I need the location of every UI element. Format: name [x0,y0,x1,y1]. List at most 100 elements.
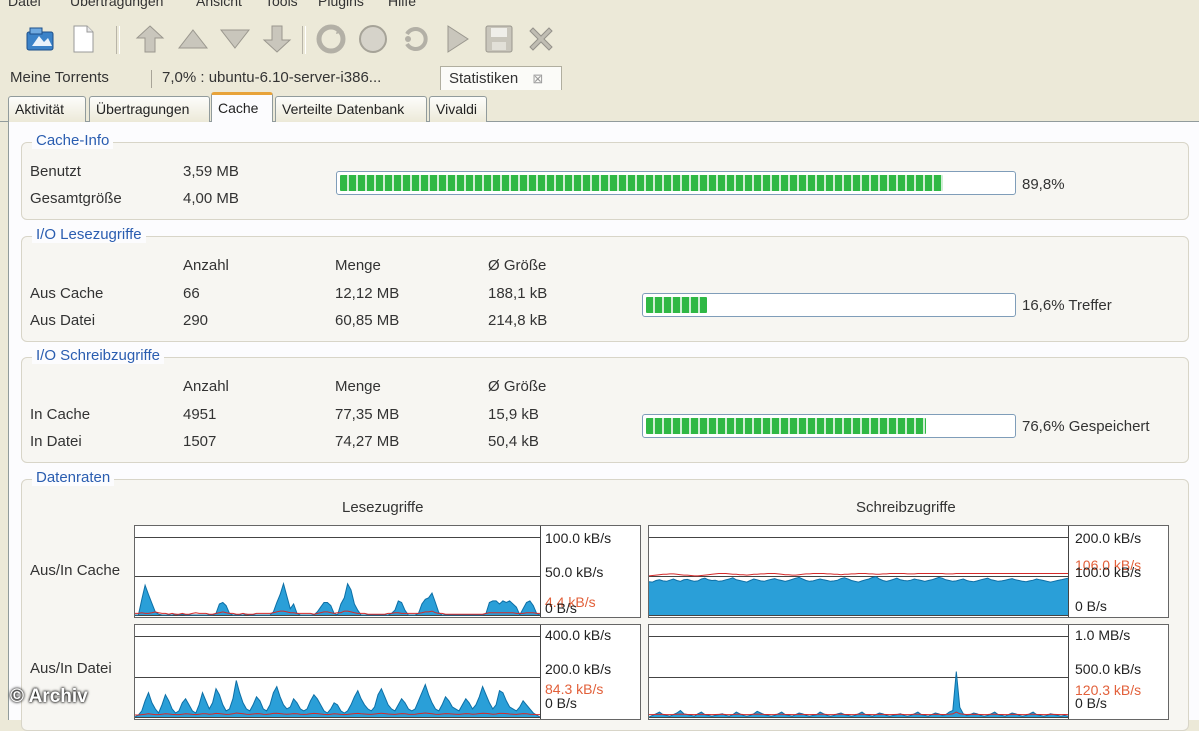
cache-usage-fill [340,175,943,191]
average-rate-line [649,573,1068,577]
tab-dht-label: Verteilte Datenbank [282,101,405,117]
io-read-row-label: Aus Datei [30,312,96,329]
used-value: 3,59 MB [183,163,239,180]
tab-statistics[interactable]: Statistiken ⊠ [440,66,562,90]
io-read-row-amount: 12,12 MB [335,285,400,302]
write-cache-chart: 200.0 kB/s 106.0 kB/s 100.0 kB/s 0 B/s [648,525,1169,618]
read-cache-axis-bottom: 0 B/s [545,600,577,616]
tab-transfers[interactable]: Übertragungen [89,96,210,122]
io-read-row-count: 66 [183,285,200,302]
rate-area [135,583,540,615]
io-write-header-avg: Ø Größe [488,378,547,395]
io-read-header-avg: Ø Größe [488,257,547,274]
cache-rate-row-label: Aus/In Cache [30,562,121,579]
rate-area [649,671,1068,717]
tab-my-torrents[interactable]: Meine Torrents [2,66,148,90]
toolbar [0,12,1199,67]
io-write-row-avg: 50,4 kB [488,433,539,450]
menu-file[interactable]: Datei [8,0,41,9]
cache-panel: Cache-Info Benutzt 3,59 MB Gesamtgröße 4… [8,122,1199,731]
read-file-chart: 400.0 kB/s 200.0 kB/s 84.3 kB/s 0 B/s [134,624,641,720]
read-hit-bar [642,293,1016,317]
cache-usage-bar [336,171,1016,195]
move-bottom-icon[interactable] [260,22,294,56]
cache-info-title: Cache-Info [32,132,114,149]
tab-vivaldi-label: Vivaldi [436,101,477,117]
document-tabs: Meine Torrents 7,0% : ubuntu-6.10-server… [0,66,1199,90]
write-file-axis-mid: 500.0 kB/s [1075,661,1142,677]
read-cache-axis-mid: 50.0 kB/s [545,564,604,580]
data-rates-title: Datenraten [32,469,115,486]
io-read-row-label: Aus Cache [30,285,104,302]
cache-usage-percent: 89,8% [1022,176,1065,193]
menu-help[interactable]: Hilfe [388,0,416,9]
io-read-row-avg: 188,1 kB [488,285,548,302]
tab-torrent-label: 7,0% : ubuntu-6.10-server-i386... [162,69,382,86]
write-cache-axis-bottom: 0 B/s [1075,598,1107,614]
used-label: Benutzt [30,163,81,180]
total-size-value: 4,00 MB [183,190,239,207]
io-write-row-count: 1507 [183,433,217,450]
data-rates-group: Datenraten Lesezugriffe Schreibzugriffe … [21,469,1189,731]
menu-tools[interactable]: Tools [265,0,298,9]
run-icon[interactable] [314,22,348,56]
start-icon[interactable] [356,22,390,56]
remove-icon[interactable] [524,22,558,56]
rate-area [135,680,540,717]
new-torrent-icon[interactable] [66,22,100,56]
io-write-row-amount: 74,27 MB [335,433,400,450]
move-up-icon[interactable] [176,22,210,56]
stop-icon[interactable] [398,22,432,56]
open-torrent-icon[interactable] [24,22,58,56]
tab-cache-label: Cache [218,100,259,116]
write-file-axis-bottom: 0 B/s [1075,695,1107,711]
tab-dht[interactable]: Verteilte Datenbank [275,96,427,122]
read-file-axis-mid: 200.0 kB/s [545,661,612,677]
read-cache-chart: 100.0 kB/s 50.0 kB/s 4.4 kB/s 0 B/s [134,525,641,618]
read-charts-header: Lesezugriffe [342,499,424,516]
io-read-group: I/O Lesezugriffe Anzahl Menge Ø Größe Au… [21,226,1189,342]
menu-bar: Datei Übertragungen Ansicht Tools Plugin… [0,0,1199,12]
menu-transfers[interactable]: Übertragungen [70,0,163,9]
file-rate-row-label: Aus/In Datei [30,660,112,677]
menu-plugins[interactable]: Plugins [318,0,364,9]
tab-activity-label: Aktivität [15,101,65,117]
tab-statistics-label: Statistiken [449,70,519,87]
move-top-icon[interactable] [133,22,167,56]
io-read-row-count: 290 [183,312,209,329]
watermark: © Archiv [10,686,88,707]
write-saved-percent: 76,6% Gespeichert [1022,418,1150,435]
rate-area-outline [649,671,1069,718]
io-write-title: I/O Schreibzugriffe [32,347,164,364]
write-saved-bar [642,414,1016,438]
tab-my-torrents-label: Meine Torrents [10,69,109,86]
cache-info-group: Cache-Info Benutzt 3,59 MB Gesamtgröße 4… [21,132,1189,220]
io-write-row-count: 4951 [183,406,217,423]
read-hit-percent: 16,6% Treffer [1022,297,1112,314]
rate-area-outline [135,581,541,617]
total-size-label: Gesamtgröße [30,190,122,207]
tab-activity[interactable]: Aktivität [8,96,86,122]
statistics-subtabs: Aktivität Übertragungen Cache Verteilte … [0,90,1199,123]
save-icon[interactable] [482,22,516,56]
read-file-axis-top: 400.0 kB/s [545,627,612,643]
tab-vivaldi[interactable]: Vivaldi [429,96,487,122]
menu-view[interactable]: Ansicht [196,0,242,9]
io-write-row-label: In Datei [30,433,82,450]
io-read-header-count: Anzahl [183,257,229,274]
queue-icon[interactable] [440,22,474,56]
tab-cache[interactable]: Cache [211,92,273,123]
tab-torrent[interactable]: 7,0% : ubuntu-6.10-server-i386... [154,66,440,90]
io-write-group: I/O Schreibzugriffe Anzahl Menge Ø Größe… [21,347,1189,463]
io-read-row-amount: 60,85 MB [335,312,400,329]
read-cache-axis-top: 100.0 kB/s [545,530,612,546]
write-charts-header: Schreibzugriffe [856,499,956,516]
move-down-icon[interactable] [218,22,252,56]
write-file-chart: 1.0 MB/s 500.0 kB/s 120.3 kB/s 0 B/s [648,624,1169,720]
close-tab-icon[interactable]: ⊠ [532,67,543,90]
read-hit-fill [646,297,707,313]
write-cache-axis-mid: 100.0 kB/s [1075,564,1142,580]
io-read-title: I/O Lesezugriffe [32,226,146,243]
write-cache-axis-top: 200.0 kB/s [1075,530,1142,546]
io-write-header-count: Anzahl [183,378,229,395]
